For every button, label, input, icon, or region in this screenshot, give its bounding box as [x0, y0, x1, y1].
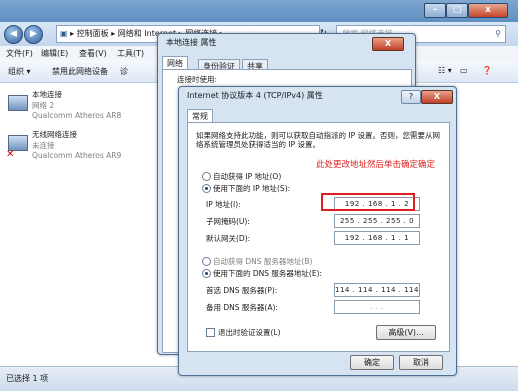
auto-ip-radio[interactable] — [202, 172, 211, 181]
validate-checkbox[interactable] — [206, 328, 215, 337]
connect-using-label: 连接时使用: — [177, 75, 218, 84]
adapter-name: 无线网络连接 — [32, 130, 77, 139]
preferred-dns-field[interactable]: 114 . 114 . 114 . 114 — [334, 283, 420, 297]
adapter-device: Qualcomm Atheros AR9 — [32, 151, 122, 160]
dialog-title: Internet 协议版本 4 (TCP/IPv4) 属性 — [179, 87, 417, 105]
manual-ip-radio[interactable] — [202, 184, 211, 193]
menu-file[interactable]: 文件(F) — [6, 48, 33, 59]
close-button[interactable]: X — [421, 90, 453, 104]
gateway-label: 默认网关(D): — [206, 234, 251, 243]
adapter-item-lan[interactable]: 本地连接 网络 2 Qualcomm Atheros AR8 — [6, 89, 156, 129]
auto-dns-label[interactable]: 自动获得 DNS 服务器地址(B) — [213, 256, 312, 267]
adapter-name: 本地连接 — [32, 90, 62, 99]
ok-button[interactable]: 确定 — [350, 355, 394, 370]
maximize-button[interactable]: □ — [446, 3, 468, 18]
network-adapter-icon — [8, 95, 28, 111]
menu-edit[interactable]: 编辑(E) — [41, 48, 68, 59]
help-icon[interactable]: ❓ — [482, 66, 492, 75]
back-icon[interactable]: ◀ — [4, 25, 23, 44]
minimize-button[interactable]: – — [424, 3, 446, 18]
auto-dns-radio[interactable] — [202, 257, 211, 266]
tab-network[interactable]: 网络 — [162, 56, 188, 70]
manual-dns-label[interactable]: 使用下面的 DNS 服务器地址(E): — [213, 268, 322, 279]
diagnose-button[interactable]: 诊 — [120, 66, 128, 77]
search-icon[interactable]: ⚲ — [495, 26, 501, 42]
ipv4-properties-dialog: Internet 协议版本 4 (TCP/IPv4) 属性 ? X 常规 如果网… — [178, 86, 457, 376]
help-button[interactable]: ? — [401, 90, 421, 104]
preferred-dns-label: 首选 DNS 服务器(P): — [206, 286, 278, 295]
intro-text: 如果网络支持此功能，则可以获取自动指派的 IP 设置。否则，您需要从网络系统管理… — [196, 131, 441, 149]
breadcrumb-item[interactable]: 控制面板 — [77, 29, 109, 38]
manual-ip-label[interactable]: 使用下面的 IP 地址(S): — [213, 183, 290, 194]
folder-icon: ▣ — [60, 29, 68, 38]
auto-ip-label[interactable]: 自动获得 IP 地址(O) — [213, 171, 281, 182]
tab-general[interactable]: 常规 — [187, 109, 213, 123]
menu-tools[interactable]: 工具(T) — [117, 48, 144, 59]
gateway-field[interactable]: 192 . 168 . 1 . 1 — [334, 231, 420, 245]
close-button[interactable]: x — [468, 3, 508, 18]
disable-device-button[interactable]: 禁用此网络设备 — [52, 66, 108, 77]
subnet-mask-field[interactable]: 255 . 255 . 255 . 0 — [334, 214, 420, 228]
organize-button[interactable]: 组织 ▾ — [8, 66, 31, 77]
general-panel: 如果网络支持此功能，则可以获取自动指派的 IP 设置。否则，您需要从网络系统管理… — [187, 122, 450, 352]
preview-pane-icon[interactable]: ▭ — [460, 66, 468, 75]
adapter-status: 未连接 — [32, 141, 55, 150]
instruction-annotation: 此处更改地址然后单击确定确定 — [316, 160, 436, 170]
ip-address-label: IP 地址(I): — [206, 200, 241, 209]
advanced-button[interactable]: 高级(V)... — [376, 325, 436, 340]
manual-dns-radio[interactable] — [202, 269, 211, 278]
cancel-button[interactable]: 取消 — [399, 355, 443, 370]
ip-highlight-box — [321, 193, 415, 211]
adapter-status: 网络 2 — [32, 101, 55, 110]
status-text: 已选择 1 项 — [6, 374, 49, 383]
disconnected-x-icon: ✕ — [6, 149, 15, 160]
adapter-item-wireless[interactable]: ✕ 无线网络连接 未连接 Qualcomm Atheros AR9 — [6, 129, 156, 169]
alternate-dns-field[interactable]: . . . — [334, 300, 420, 314]
dialog-title-text: Internet 协议版本 4 (TCP/IPv4) 属性 — [187, 91, 323, 100]
adapter-device: Qualcomm Atheros AR8 — [32, 111, 122, 120]
menu-view[interactable]: 查看(V) — [79, 48, 107, 59]
validate-label[interactable]: 退出时验证设置(L) — [218, 327, 281, 338]
alternate-dns-label: 备用 DNS 服务器(A): — [206, 303, 278, 312]
dialog-title-text: 本地连接 属性 — [166, 38, 217, 47]
forward-icon[interactable]: ▶ — [24, 25, 43, 44]
subnet-mask-label: 子网掩码(U): — [206, 217, 250, 226]
close-button[interactable]: X — [372, 37, 404, 51]
view-options-icon[interactable]: ☷ ▾ — [438, 66, 452, 75]
